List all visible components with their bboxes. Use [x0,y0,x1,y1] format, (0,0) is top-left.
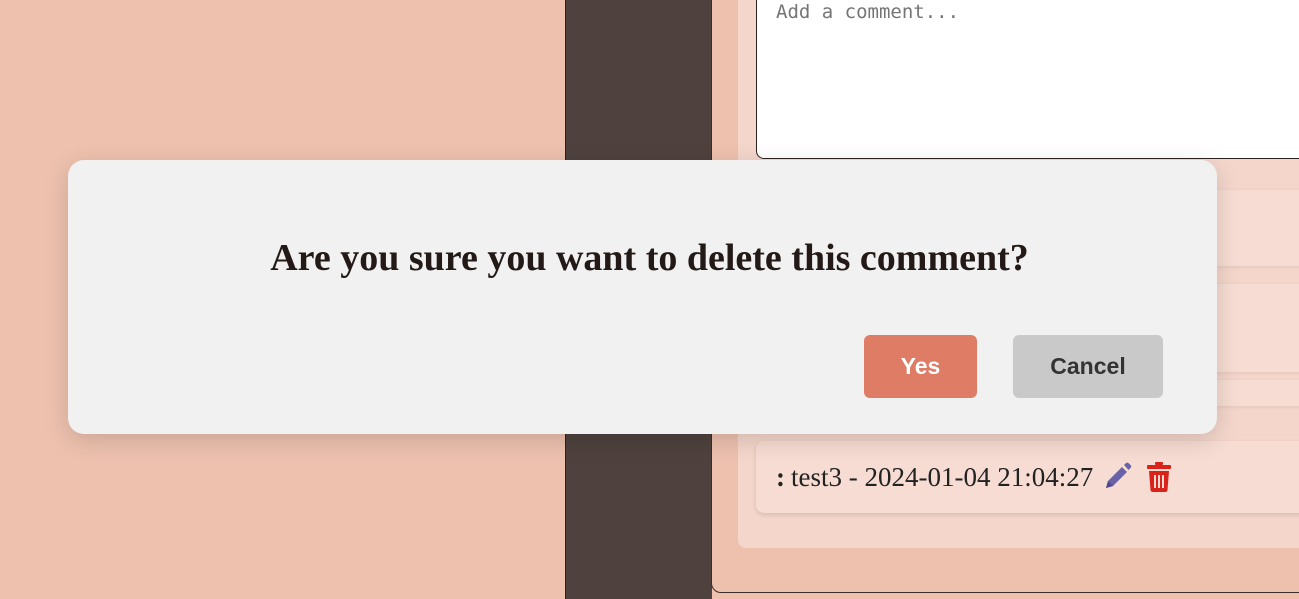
yes-button[interactable]: Yes [864,335,977,398]
comment-prefix: : [776,461,785,492]
comment-input[interactable] [756,0,1299,159]
trash-icon[interactable] [1145,461,1173,493]
comment-text: test3 - 2024-01-04 21:04:27 [791,461,1094,492]
dialog-title: Are you sure you want to delete this com… [270,237,1029,279]
comment-row: : test3 - 2024-01-04 21:04:27 [756,441,1299,513]
pencil-icon[interactable] [1101,461,1133,493]
cancel-button[interactable]: Cancel [1013,335,1163,398]
